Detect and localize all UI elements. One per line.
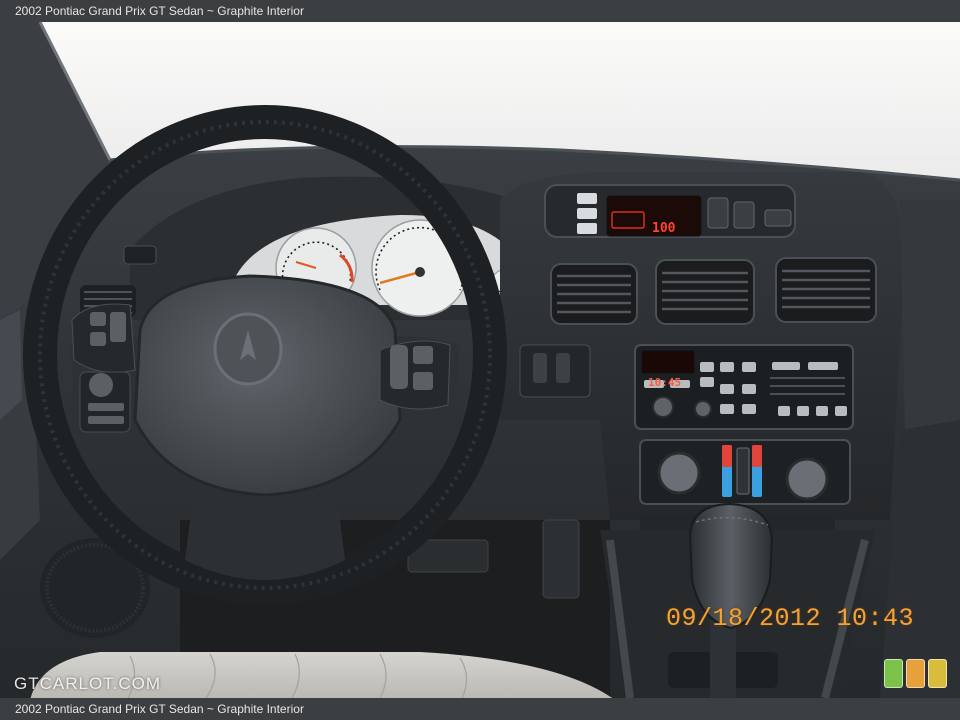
caption-bar-top: 2002 Pontiac Grand Prix GT Sedan ~ Graph… [0, 0, 960, 22]
pedal [542, 519, 580, 599]
steering-hub [133, 274, 402, 497]
volume-knob [652, 396, 674, 418]
clock-display [641, 350, 695, 374]
watermark-logo: GTCARLOT.COM [14, 674, 162, 693]
interior-photo: 100 10:45 [0, 22, 960, 698]
caption-title: 2002 Pontiac Grand Prix GT Sedan ~ Graph… [15, 4, 304, 18]
date-stamp: 09/18/2012 10:43 [666, 604, 915, 633]
swatch-yellow[interactable] [928, 659, 947, 688]
dashboard-illustration [0, 22, 960, 698]
radio-display-text: 100 [652, 221, 676, 236]
switch-panel [519, 344, 591, 398]
caption-title-bottom: 2002 Pontiac Grand Prix GT Sedan ~ Graph… [15, 702, 304, 716]
mode-knob [785, 457, 829, 501]
swatch-green[interactable] [884, 659, 903, 688]
clock-display-text: 10:45 [648, 376, 682, 389]
fan-knob [657, 451, 701, 495]
caption-bar-bottom: 2002 Pontiac Grand Prix GT Sedan ~ Graph… [0, 698, 960, 720]
swatch-orange[interactable] [906, 659, 925, 688]
center-air-vents [550, 257, 877, 325]
color-swatches [884, 659, 947, 688]
